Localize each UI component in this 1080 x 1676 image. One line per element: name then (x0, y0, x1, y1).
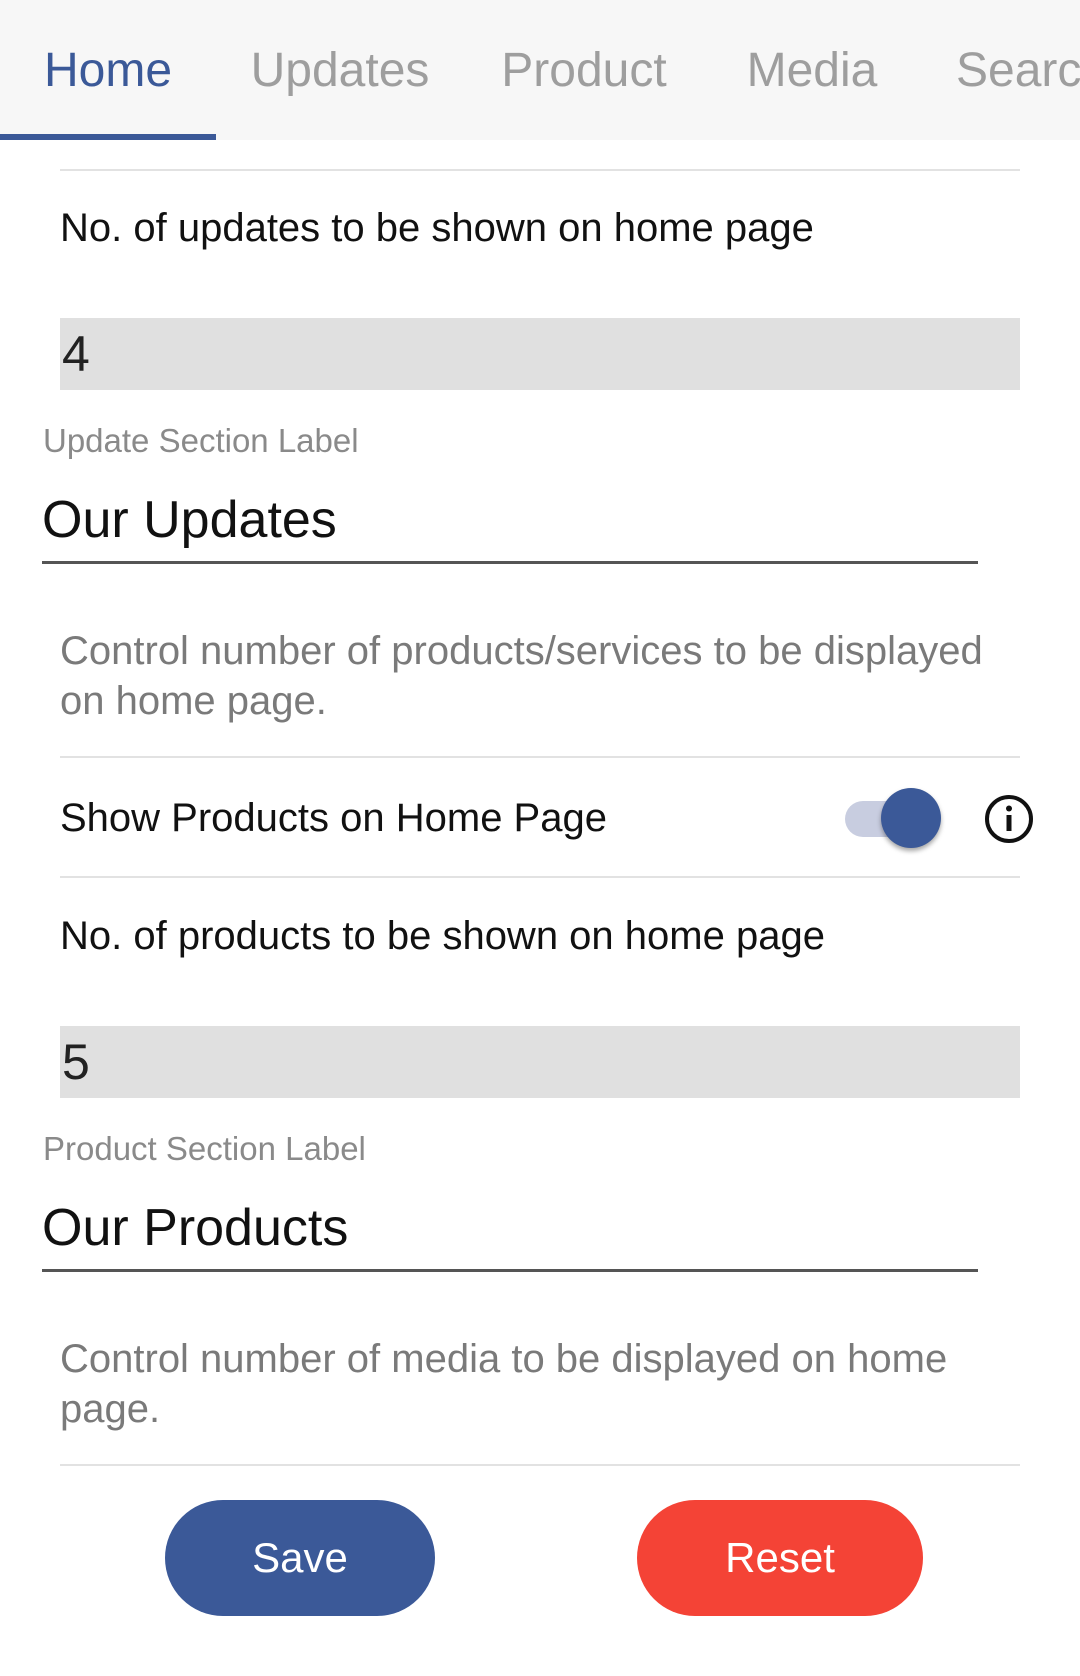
product-section-label-input[interactable]: Our Products (42, 1198, 978, 1272)
updates-count-input[interactable]: 4 (60, 318, 1020, 390)
divider (60, 169, 1020, 171)
tab-bar: Home Updates Product Media Searc (0, 0, 1080, 140)
tab-media[interactable]: Media (704, 0, 920, 140)
home-settings-page: Home Updates Product Media Searc No. of … (0, 0, 1080, 1676)
show-products-toggle-knob[interactable] (881, 788, 941, 848)
show-products-label: Show Products on Home Page (60, 796, 607, 840)
products-count-input[interactable]: 5 (60, 1026, 1020, 1098)
update-section-label-caption: Update Section Label (43, 422, 359, 459)
tab-product[interactable]: Product (464, 0, 704, 140)
tab-search[interactable]: Searc (920, 0, 1080, 140)
reset-button[interactable]: Reset (637, 1500, 923, 1616)
update-section-label-input[interactable]: Our Updates (42, 490, 978, 564)
divider (60, 876, 1020, 878)
tab-home[interactable]: Home (0, 0, 216, 140)
updates-count-label: No. of updates to be shown on home page (60, 206, 814, 250)
products-count-label: No. of products to be shown on home page (60, 914, 825, 958)
save-button[interactable]: Save (165, 1500, 435, 1616)
media-helper-text: Control number of media to be displayed … (60, 1337, 948, 1431)
divider (60, 756, 1020, 758)
divider (60, 1464, 1020, 1466)
tab-updates[interactable]: Updates (216, 0, 464, 140)
product-section-label-caption: Product Section Label (43, 1130, 366, 1167)
info-circle-icon[interactable] (983, 793, 1035, 845)
products-helper-text: Control number of products/services to b… (60, 629, 983, 723)
active-tab-indicator (0, 134, 216, 140)
